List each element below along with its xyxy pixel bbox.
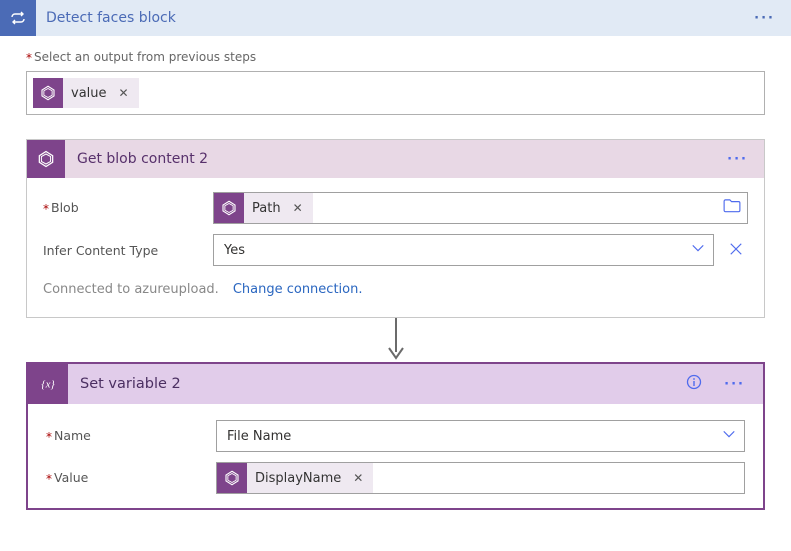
blob-label: *Blob xyxy=(43,200,203,216)
infer-dropdown[interactable]: Yes xyxy=(213,234,714,266)
hex-icon xyxy=(33,78,63,108)
hex-icon xyxy=(27,140,65,178)
set-variable-header[interactable]: {x} Set variable 2 ··· xyxy=(28,364,763,404)
token-path-text: Path xyxy=(252,201,281,216)
folder-icon[interactable] xyxy=(723,199,741,217)
required-asterisk: * xyxy=(26,51,32,65)
get-blob-more-button[interactable]: ··· xyxy=(719,152,756,167)
value-label: *Value xyxy=(46,470,206,486)
loop-icon xyxy=(0,0,36,36)
token-value-text: value xyxy=(71,86,107,101)
chevron-down-icon xyxy=(722,427,736,445)
blob-row: *Blob Path ✕ xyxy=(43,192,748,224)
value-row: *Value DisplayName ✕ xyxy=(46,462,745,494)
token-remove-button[interactable]: ✕ xyxy=(353,471,363,485)
token-displayname-text: DisplayName xyxy=(255,471,341,486)
token-displayname[interactable]: DisplayName ✕ xyxy=(217,463,373,493)
block-header: Detect faces block ··· xyxy=(0,0,791,36)
blob-field[interactable]: Path ✕ xyxy=(213,192,748,224)
name-row: *Name File Name xyxy=(46,420,745,452)
value-field[interactable]: DisplayName ✕ xyxy=(216,462,745,494)
connection-info: Connected to azureupload. Change connect… xyxy=(43,282,748,297)
hex-icon xyxy=(217,463,247,493)
token-remove-button[interactable]: ✕ xyxy=(293,201,303,215)
get-blob-title: Get blob content 2 xyxy=(77,151,719,167)
connected-text: Connected to azureupload. xyxy=(43,282,219,297)
select-output-label-row: *Select an output from previous steps xyxy=(26,50,765,65)
select-output-field[interactable]: value ✕ xyxy=(26,71,765,115)
name-label: *Name xyxy=(46,428,206,444)
set-variable-title: Set variable 2 xyxy=(80,376,686,392)
set-variable-more-button[interactable]: ··· xyxy=(716,377,753,392)
select-output-label: Select an output from previous steps xyxy=(34,50,256,64)
clear-infer-button[interactable] xyxy=(724,241,748,260)
name-dropdown[interactable]: File Name xyxy=(216,420,745,452)
hex-icon xyxy=(214,193,244,223)
get-blob-body: *Blob Path ✕ Infer Con xyxy=(27,178,764,317)
token-value[interactable]: value ✕ xyxy=(33,78,139,108)
block-title: Detect faces block xyxy=(46,10,746,26)
infer-label: Infer Content Type xyxy=(43,243,203,258)
token-remove-button[interactable]: ✕ xyxy=(119,86,129,100)
set-variable-body: *Name File Name *Value xyxy=(28,404,763,508)
get-blob-header[interactable]: Get blob content 2 ··· xyxy=(27,140,764,178)
connector-arrow xyxy=(26,318,765,362)
name-value: File Name xyxy=(227,429,291,444)
change-connection-link[interactable]: Change connection. xyxy=(233,282,363,297)
chevron-down-icon xyxy=(691,241,705,259)
block-more-button[interactable]: ··· xyxy=(746,11,783,26)
token-path[interactable]: Path ✕ xyxy=(214,193,313,223)
block-body: *Select an output from previous steps va… xyxy=(0,36,791,520)
svg-text:{x}: {x} xyxy=(41,378,55,390)
set-variable-card: {x} Set variable 2 ··· *Name File Name xyxy=(26,362,765,510)
infer-value: Yes xyxy=(224,243,245,258)
info-icon[interactable] xyxy=(686,374,702,394)
variable-icon: {x} xyxy=(28,364,68,404)
get-blob-card: Get blob content 2 ··· *Blob Path ✕ xyxy=(26,139,765,318)
infer-row: Infer Content Type Yes xyxy=(43,234,748,266)
